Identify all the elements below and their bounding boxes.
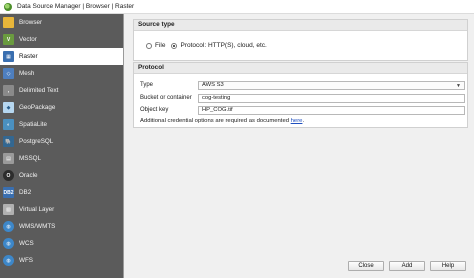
sidebar-item-wms-wmts[interactable]: ◍ WMS/WMTS [0,218,123,235]
sidebar-item-virtual-layer[interactable]: ▧ Virtual Layer [0,201,123,218]
protocol-radio-label[interactable]: Protocol: HTTP(S), cloud, etc. [180,42,266,49]
bucket-input[interactable]: cog-testing [198,93,465,103]
folder-icon [3,17,14,28]
sidebar-item-label: WMS/WMTS [19,223,56,230]
sidebar-item-vector[interactable]: V Vector [0,31,123,48]
sidebar-item-label: WCS [19,240,34,247]
geopackage-icon: ◆ [3,102,14,113]
documentation-link[interactable]: here [291,118,303,124]
file-radio-label[interactable]: File [155,42,165,49]
protocol-radio[interactable] [171,42,178,49]
sidebar-item-label: MSSQL [19,155,42,162]
object-key-input[interactable]: HP_COG.tif [198,105,465,115]
sidebar-item-label: Browser [19,19,43,26]
protocol-header: Protocol [134,63,467,74]
wms-icon: ◍ [3,221,14,232]
sidebar-item-label: PostgreSQL [19,138,54,145]
window-title: Data Source Manager | Browser | Raster [17,3,135,10]
help-button[interactable]: Help [430,261,466,271]
sidebar-item-mesh[interactable]: ◇ Mesh [0,65,123,82]
sidebar-item-geopackage[interactable]: ◆ GeoPackage [0,99,123,116]
credentials-note: Additional credential options are requir… [140,118,304,124]
sidebar-item-label: WFS [19,257,33,264]
credentials-note-text: Additional credential options are requir… [140,118,291,124]
sidebar-item-delimited-text[interactable]: , Delimited Text [0,82,123,99]
sidebar-item-label: Raster [19,53,38,60]
close-button[interactable]: Close [348,261,384,271]
type-value: AWS S3 [202,81,224,88]
credentials-note-end: . [302,118,305,124]
type-label: Type [140,82,154,88]
object-key-label: Object key [140,107,169,113]
sidebar-item-db2[interactable]: DB2 DB2 [0,184,123,201]
source-type-sidebar: Browser V Vector ▦ Raster ◇ Mesh , Delim… [0,14,123,278]
sidebar-item-postgresql[interactable]: 🐘 PostgreSQL [0,133,123,150]
delimited-text-icon: , [3,85,14,96]
db2-icon: DB2 [3,187,14,198]
virtual-layer-icon: ▧ [3,204,14,215]
bucket-label: Bucket or container [140,95,192,101]
wfs-icon: ◍ [3,255,14,266]
sidebar-item-mssql[interactable]: ▤ MSSQL [0,150,123,167]
raster-layer-icon: ▦ [3,51,14,62]
sidebar-item-label: Oracle [19,172,38,179]
sidebar-item-label: SpatiaLite [19,121,48,128]
oracle-icon: O [3,170,14,181]
add-button[interactable]: Add [389,261,425,271]
sidebar-item-label: Virtual Layer [19,206,55,213]
sidebar-item-label: GeoPackage [19,104,56,111]
mesh-layer-icon: ◇ [3,68,14,79]
source-type-group: Source type File Protocol: HTTP(S), clou… [133,19,468,61]
sidebar-item-label: Delimited Text [19,87,59,94]
sidebar-item-wcs[interactable]: ◍ WCS [0,235,123,252]
sidebar-item-raster[interactable]: ▦ Raster [0,48,123,65]
file-radio[interactable] [146,42,152,49]
sidebar-item-label: DB2 [19,189,32,196]
source-type-header: Source type [134,20,467,31]
qgis-logo-icon [4,2,12,11]
window-titlebar: Data Source Manager | Browser | Raster [0,0,474,14]
sidebar-item-spatialite[interactable]: ◐ SpatiaLite [0,116,123,133]
raster-source-panel: Source type File Protocol: HTTP(S), clou… [124,14,474,278]
sidebar-item-label: Vector [19,36,37,43]
postgresql-icon: 🐘 [3,136,14,147]
vector-layer-icon: V [3,34,14,45]
sidebar-item-label: Mesh [19,70,35,77]
sidebar-item-oracle[interactable]: O Oracle [0,167,123,184]
wcs-icon: ◍ [3,238,14,249]
sidebar-item-browser[interactable]: Browser [0,14,123,31]
spatialite-icon: ◐ [3,119,14,130]
protocol-group: Protocol Type AWS S3 ▼ Bucket or contain… [133,62,468,128]
type-combobox[interactable]: AWS S3 ▼ [198,80,465,90]
sidebar-item-wfs[interactable]: ◍ WFS [0,252,123,269]
chevron-down-icon: ▼ [456,82,461,89]
mssql-icon: ▤ [3,153,14,164]
